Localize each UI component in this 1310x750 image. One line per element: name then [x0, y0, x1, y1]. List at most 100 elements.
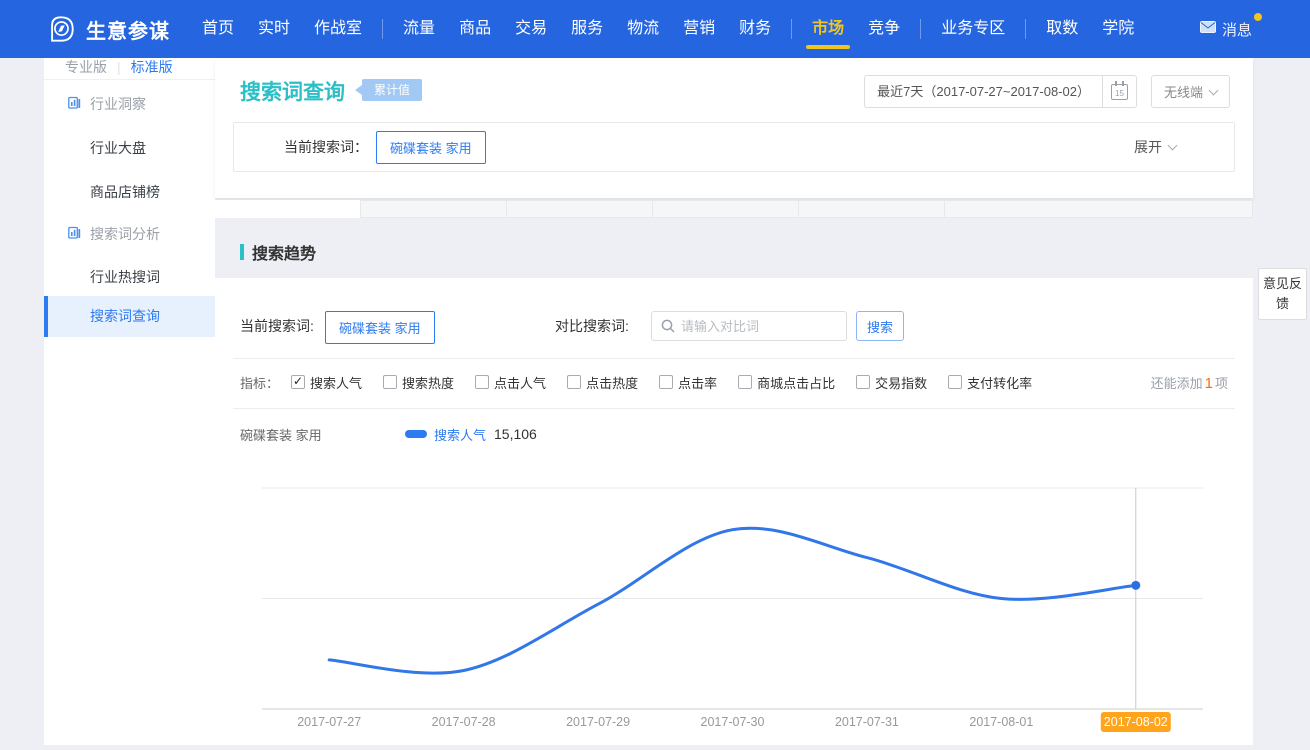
checkbox-icon: [948, 375, 962, 389]
legend-series-name[interactable]: 搜索人气: [434, 425, 486, 444]
nav-divider: [791, 19, 792, 39]
sidebar-item-search-word-query-active[interactable]: 搜索词查询: [44, 296, 215, 337]
terminal-value: 无线端: [1164, 82, 1203, 101]
metric-checkbox-trade-index[interactable]: 交易指数: [856, 373, 927, 392]
tab-segment[interactable]: [652, 200, 798, 218]
search-button[interactable]: 搜索: [856, 311, 904, 341]
current-term-label: 当前搜索词：: [284, 137, 368, 157]
nav-item-home[interactable]: 首页: [190, 0, 246, 58]
calendar-icon: 15: [1111, 84, 1128, 100]
top-navbar: 生意参谋 首页 实时 作战室 流量 商品 交易 服务 物流 营销 财务 市场 竞…: [0, 0, 1310, 58]
version-switcher: 专业版 | 标准版: [44, 58, 215, 80]
nav-divider: [920, 19, 921, 39]
legend-line-marker: [405, 430, 427, 438]
checkbox-icon: [738, 375, 752, 389]
legend-term: 碗碟套装 家用: [240, 425, 405, 444]
metrics-label: 指标：: [240, 373, 279, 392]
metric-checkbox-pay-conversion[interactable]: 支付转化率: [948, 373, 1032, 392]
metric-checkbox-click-heat[interactable]: 点击热度: [567, 373, 638, 392]
nav-item-competition[interactable]: 竞争: [856, 0, 912, 58]
chevron-down-icon: [1168, 141, 1178, 151]
nav-item-marketing[interactable]: 营销: [671, 0, 727, 58]
expand-link[interactable]: 展开: [1134, 123, 1176, 171]
version-pro[interactable]: 专业版: [65, 57, 107, 77]
nav-item-market-active[interactable]: 市场: [800, 0, 856, 58]
brand[interactable]: 生意参谋: [46, 14, 170, 44]
chevron-down-icon: [1209, 85, 1219, 95]
nav-item-realtime[interactable]: 实时: [246, 0, 302, 58]
nav-item-warroom[interactable]: 作战室: [302, 0, 374, 58]
compare-search-input[interactable]: [681, 319, 846, 334]
metric-checkbox-search-popularity[interactable]: 搜索人气: [291, 373, 362, 392]
tab-segment[interactable]: [506, 200, 652, 218]
calendar-button[interactable]: 15: [1102, 76, 1136, 107]
message-label: 消息: [1222, 19, 1252, 40]
svg-text:2017-07-27: 2017-07-27: [297, 715, 361, 729]
sidebar-group-label: 搜索词分析: [90, 224, 160, 244]
nav-item-trade[interactable]: 交易: [503, 0, 559, 58]
nav-menu: 首页 实时 作战室 流量 商品 交易 服务 物流 营销 财务 市场 竞争 业务专…: [190, 0, 1200, 58]
page-title: 搜索词查询: [240, 76, 345, 106]
sidebar-item-goods-shop-rank[interactable]: 商品店铺榜: [44, 181, 215, 203]
tab-segment[interactable]: [944, 200, 1253, 218]
chart-area: 2017-07-27 2017-07-28 2017-07-29 2017-07-30…: [250, 480, 1210, 745]
metric-label: 点击热度: [586, 373, 638, 392]
checkbox-icon: [475, 375, 489, 389]
metric-label: 搜索热度: [402, 373, 454, 392]
sidebar-group-industry-insight: 行业洞察: [44, 94, 215, 114]
add-hint-prefix: 还能添加: [1151, 376, 1203, 391]
metric-label: 点击人气: [494, 373, 546, 392]
chart-doc-icon: [68, 96, 81, 112]
sidebar-group-search-analysis: 搜索词分析: [44, 224, 215, 244]
nav-item-goods[interactable]: 商品: [447, 0, 503, 58]
envelope-icon: [1200, 20, 1216, 38]
nav-item-business-zone[interactable]: 业务专区: [929, 0, 1017, 58]
version-divider: |: [117, 59, 121, 75]
date-range-picker[interactable]: 最近7天（2017-07-27~2017-08-02） 15: [864, 75, 1137, 108]
nav-item-logistics[interactable]: 物流: [615, 0, 671, 58]
trend-current-term-button[interactable]: 碗碟套装 家用: [325, 311, 435, 344]
version-standard[interactable]: 标准版: [131, 57, 173, 77]
svg-text:2017-08-01: 2017-08-01: [969, 715, 1033, 729]
terminal-select[interactable]: 无线端: [1151, 75, 1230, 108]
add-hint: 还能添加1项: [1151, 373, 1228, 392]
tab-segment[interactable]: [798, 200, 944, 218]
search-icon: [661, 319, 675, 333]
checkbox-icon: [659, 375, 673, 389]
nav-item-traffic[interactable]: 流量: [391, 0, 447, 58]
metric-label: 商城点击占比: [757, 373, 835, 392]
nav-item-finance[interactable]: 财务: [727, 0, 783, 58]
metric-label: 点击率: [678, 373, 717, 392]
current-term-bar: 当前搜索词： 碗碟套装 家用 展开: [233, 122, 1235, 172]
trend-card: 当前搜索词: 碗碟套装 家用 对比搜索词: 搜索 指标： 搜索人气 搜索热度 点…: [215, 278, 1253, 745]
trend-section-header: 搜索趋势: [240, 240, 316, 264]
checkbox-icon: [567, 375, 581, 389]
nav-divider: [382, 19, 383, 39]
current-term-button[interactable]: 碗碟套装 家用: [376, 131, 486, 164]
add-hint-suffix: 项: [1215, 376, 1228, 391]
trend-current-label: 当前搜索词:: [240, 311, 314, 341]
tab-segment[interactable]: [360, 200, 506, 218]
message-button[interactable]: 消息: [1200, 19, 1252, 40]
metric-label: 支付转化率: [967, 373, 1032, 392]
sidebar-item-industry-board[interactable]: 行业大盘: [44, 137, 215, 159]
metric-checkbox-search-heat[interactable]: 搜索热度: [383, 373, 454, 392]
compass-logo-icon: [46, 14, 76, 44]
tab-segment-active[interactable]: [215, 200, 360, 218]
svg-text:2017-07-29: 2017-07-29: [566, 715, 630, 729]
sidebar-item-hot-search-words[interactable]: 行业热搜词: [44, 266, 215, 288]
nav-item-data-fetch[interactable]: 取数: [1034, 0, 1090, 58]
nav-item-academy[interactable]: 学院: [1090, 0, 1146, 58]
metric-checkbox-click-popularity[interactable]: 点击人气: [475, 373, 546, 392]
feedback-button[interactable]: 意见反馈: [1258, 268, 1307, 320]
date-and-terminal: 最近7天（2017-07-27~2017-08-02） 15 无线端: [864, 75, 1230, 108]
svg-text:2017-07-28: 2017-07-28: [432, 715, 496, 729]
sidebar-group-label: 行业洞察: [90, 94, 146, 114]
svg-text:2017-07-30: 2017-07-30: [701, 715, 765, 729]
legend-row: 碗碟套装 家用 搜索人气 15,106: [240, 423, 537, 445]
metric-checkbox-mall-click-share[interactable]: 商城点击占比: [738, 373, 835, 392]
cumulative-badge: 累计值: [362, 79, 422, 101]
metric-checkbox-click-rate[interactable]: 点击率: [659, 373, 717, 392]
nav-item-service[interactable]: 服务: [559, 0, 615, 58]
sidebar: 专业版 | 标准版 行业洞察 行业大盘 商品店铺榜 搜索词分析 行业热搜词 搜索…: [44, 58, 215, 745]
